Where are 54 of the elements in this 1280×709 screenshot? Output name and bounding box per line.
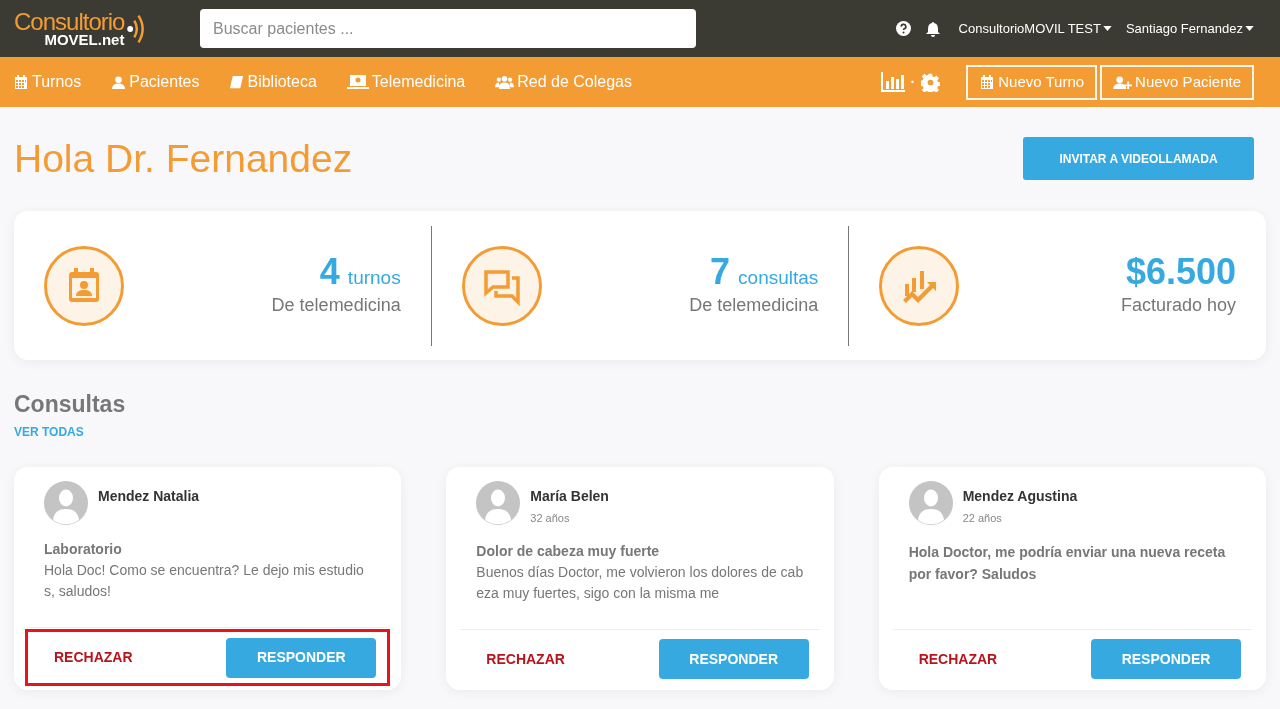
calendar-icon	[979, 74, 996, 90]
book-icon	[229, 74, 245, 90]
user-menu[interactable]: Santiago Fernandez	[1125, 18, 1254, 39]
nav-link[interactable]: Turnos	[13, 70, 82, 94]
nav-link[interactable]: Pacientes	[111, 70, 200, 94]
nav-link[interactable]: Telemedicina	[346, 70, 466, 94]
add-person-icon	[1113, 74, 1133, 90]
avatar-icon	[44, 481, 88, 525]
consultation-message: Hola Doc! Como se encuentra? Le dejo mis estudios, saludos!	[44, 561, 365, 601]
stat-number: 7	[710, 251, 731, 292]
invite-videocall-button[interactable]: INVITAR A VIDEOLLAMADA	[1023, 137, 1254, 180]
patient-name: Mendez Natalia	[98, 487, 200, 506]
help-icon[interactable]	[895, 21, 911, 36]
stat-unit: turnos	[347, 265, 401, 290]
consultation-message: Buenos días Doctor, me volvieron los dolores de cabeza muy fuertes, sigo con la misma me	[476, 562, 804, 603]
separator-dot: ·	[910, 72, 916, 92]
consultation-message: Hola Doctor, me podría enviar una nueva receta por favor? Saludos	[908, 542, 1227, 584]
reject-button[interactable]: RECHAZAR	[918, 648, 998, 670]
patient-age: 32 años	[530, 511, 571, 526]
consultation-subject: Laboratorio	[44, 540, 123, 559]
person-icon	[111, 74, 127, 90]
stat-caption: Facturado hoy	[1120, 294, 1236, 317]
stat-number: $6.500	[1125, 252, 1236, 292]
patient-age: 22 años	[962, 511, 1003, 526]
section-heading: Consultas	[14, 390, 127, 418]
nav-link[interactable]: Biblioteca	[229, 70, 317, 94]
stat-unit: consultas	[738, 265, 819, 290]
calendar-icon	[13, 74, 29, 90]
reply-button[interactable]: RESPONDER	[226, 637, 377, 678]
reject-button[interactable]: RECHAZAR	[54, 647, 133, 668]
app-logo[interactable]: Consultorio MOVEL.net	[14, 9, 200, 48]
reply-button[interactable]: RESPONDER	[1091, 639, 1241, 679]
reject-button[interactable]: RECHAZAR	[486, 648, 565, 670]
stat-caption: De telemedicina	[689, 294, 819, 318]
avatar-icon	[476, 481, 521, 525]
stat-caption: De telemedicina	[271, 294, 401, 318]
search-field[interactable]: Buscar pacientes ...	[200, 9, 696, 48]
new-patient-button[interactable]: Nuevo Paciente	[1100, 64, 1254, 100]
caret-icon	[1102, 26, 1112, 31]
greeting-heading: Hola Dr. Fernandez	[14, 139, 353, 178]
account-menu[interactable]: ConsultorioMOVIL TEST	[958, 18, 1112, 39]
caret-icon	[1245, 26, 1254, 31]
bell-icon[interactable]	[924, 20, 941, 37]
new-appointment-button[interactable]: Nuevo Turno	[966, 64, 1098, 100]
stat-number: 4	[319, 251, 340, 292]
patient-name: Mendez Agustina	[962, 487, 1078, 506]
see-all-link[interactable]: VER TODAS	[14, 423, 84, 441]
laptop-icon	[346, 74, 369, 90]
avatar-icon	[908, 481, 953, 525]
patient-name: María Belen	[530, 487, 609, 506]
consultation-subject: Dolor de cabeza muy fuerte	[476, 541, 661, 561]
group-icon	[495, 74, 515, 90]
nav-link[interactable]: Red de Colegas	[495, 70, 632, 94]
reply-button[interactable]: RESPONDER	[658, 639, 809, 679]
